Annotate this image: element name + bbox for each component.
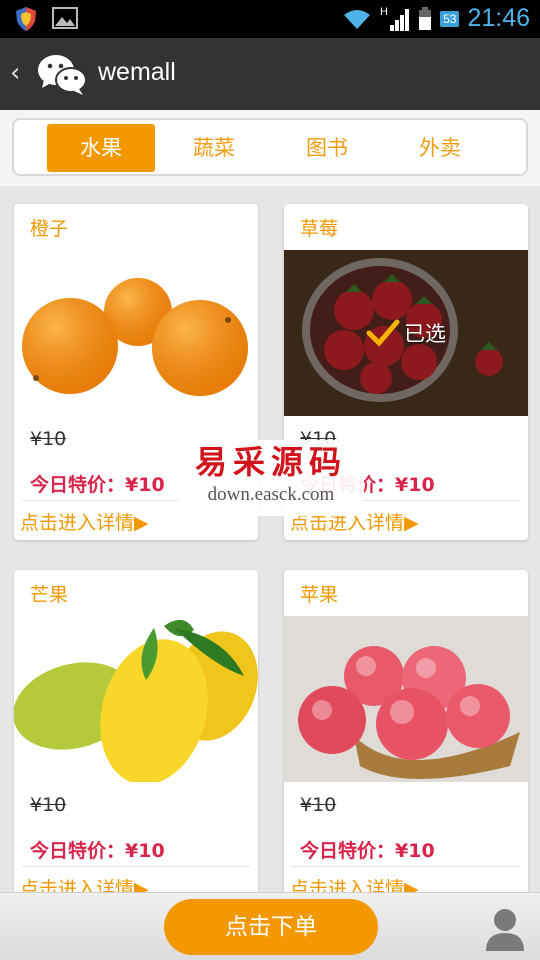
watermark-cn: 易采源码 — [194, 443, 347, 481]
product-name: 芒果 — [30, 584, 69, 606]
product-name: 草莓 — [300, 218, 339, 240]
original-price: ¥10 — [30, 794, 67, 816]
product-name: 苹果 — [300, 584, 339, 606]
mango-image[interactable] — [14, 616, 258, 782]
category-tabs-area: 水果 蔬菜 图书 外卖 — [0, 110, 540, 186]
divider — [292, 866, 520, 867]
detail-link-label: 点击进入详情 — [20, 512, 135, 534]
app-title: wemall — [98, 58, 176, 86]
orange-image[interactable] — [14, 250, 258, 416]
check-icon — [366, 319, 400, 347]
original-price: ¥10 — [300, 794, 337, 816]
sale-price: 今日特价：¥10 — [30, 840, 165, 862]
watermark-en: down.easck.com — [207, 484, 335, 505]
tab-takeout[interactable]: 外卖 — [386, 124, 494, 172]
bottom-bar: 点击下单 — [0, 892, 540, 960]
play-arrow-icon: ▶ — [134, 512, 149, 534]
detail-link[interactable]: 点击进入详情▶ — [20, 508, 149, 535]
tab-vegetable[interactable]: 蔬菜 — [160, 124, 268, 172]
signal-icon: H — [380, 6, 410, 31]
battery-icon — [419, 6, 432, 30]
wifi-icon — [344, 9, 371, 29]
action-bar: ‹ wemall — [0, 38, 540, 110]
battery-level: 53 — [440, 10, 460, 27]
selected-overlay: 已选 — [284, 250, 528, 416]
product-name: 橙子 — [30, 218, 69, 240]
selected-label: 已选 — [404, 322, 446, 346]
divider — [22, 866, 250, 867]
order-button[interactable]: 点击下单 — [164, 899, 378, 955]
shield-icon — [16, 7, 36, 31]
product-card-apple[interactable]: 苹果 ¥10 今日特价：¥10 点击进入详情▶ — [284, 570, 528, 910]
play-arrow-icon: ▶ — [404, 512, 419, 534]
sale-price: 今日特价：¥10 — [30, 474, 165, 496]
watermark: 易采源码 down.easck.com — [178, 440, 364, 516]
tab-fruit[interactable]: 水果 — [47, 124, 155, 172]
apple-image[interactable] — [284, 616, 528, 782]
image-icon — [52, 7, 78, 29]
network-type: H — [380, 6, 388, 18]
status-bar: H 53 21:46 — [0, 0, 540, 38]
back-icon[interactable]: ‹ — [10, 58, 20, 88]
wechat-icon — [38, 55, 87, 95]
clock: 21:46 — [467, 4, 530, 32]
product-card-mango[interactable]: 芒果 ¥10 今日特价：¥10 点击进入详情▶ — [14, 570, 258, 910]
original-price: ¥10 — [30, 428, 67, 450]
tab-books[interactable]: 图书 — [273, 124, 381, 172]
category-tabs: 水果 蔬菜 图书 外卖 — [12, 118, 528, 176]
sale-price: 今日特价：¥10 — [300, 840, 435, 862]
user-icon[interactable] — [484, 907, 526, 951]
